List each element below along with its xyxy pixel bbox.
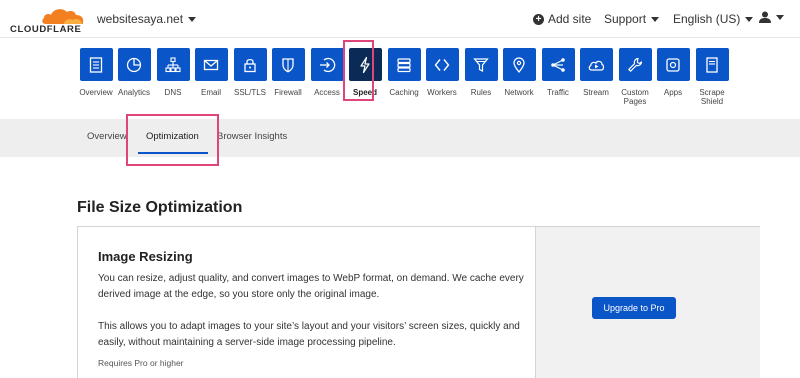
location-pin-icon [513, 56, 525, 73]
nav-label: Overview [79, 88, 113, 97]
app-square-icon [666, 57, 680, 72]
nav-scrape-shield[interactable]: Scrape Shield [693, 48, 731, 106]
nav-network[interactable]: Network [500, 48, 538, 97]
nav-rules[interactable]: Rules [462, 48, 500, 97]
site-name: websitesaya.net [97, 12, 184, 26]
filter-icon [473, 57, 489, 72]
lock-icon [244, 58, 256, 72]
cloud-logo-icon [42, 9, 84, 24]
pie-chart-icon [126, 57, 142, 72]
nav-stream[interactable]: Stream [577, 48, 615, 97]
nav-label: Custom Pages [621, 88, 649, 106]
nav-custom-pages[interactable]: Custom Pages [616, 48, 654, 106]
shield-icon [282, 57, 294, 73]
nav-caching[interactable]: Caching [385, 48, 423, 97]
user-icon [759, 11, 771, 23]
nav-label: Firewall [274, 88, 302, 97]
card-action-panel: Upgrade to Pro [535, 227, 760, 378]
caret-down-icon [651, 16, 660, 22]
nav-label: DNS [164, 88, 182, 97]
cloudflare-logo[interactable]: CLOUDFLARE [10, 6, 84, 35]
nav-label: Stream [583, 88, 609, 97]
nav-label: Rules [470, 88, 492, 97]
nav-traffic[interactable]: Traffic [539, 48, 577, 97]
network-icon [165, 56, 181, 72]
wordmark: CLOUDFLARE [10, 24, 82, 35]
page-title: File Size Optimization [77, 199, 243, 216]
tab-overview[interactable]: Overview [87, 131, 127, 142]
cloud-play-icon [588, 60, 605, 71]
nav-workers[interactable]: Workers [423, 48, 461, 97]
nav-overview[interactable]: Overview [77, 48, 115, 97]
plus-circle-icon: + [533, 13, 544, 25]
speed-highlight-box [343, 40, 374, 101]
page-icon [706, 56, 718, 73]
caret-down-icon [745, 16, 754, 22]
code-brackets-icon [434, 58, 450, 71]
nav-label: Workers [427, 88, 457, 97]
plan-requirement: Requires Pro or higher [98, 358, 184, 368]
nav-apps[interactable]: Apps [654, 48, 692, 97]
sub-navigation: Overview Optimization Browser Insights [0, 119, 800, 157]
card-description: You can resize, adjust quality, and conv… [98, 273, 524, 300]
caret-down-icon [776, 14, 784, 20]
document-icon [89, 56, 103, 73]
nav-label: Traffic [547, 88, 569, 97]
card-description-secondary: This allows you to adapt images to your … [98, 321, 520, 348]
top-header: CLOUDFLARE websitesaya.net + Add site Su… [0, 0, 800, 38]
user-menu[interactable] [759, 11, 784, 23]
nav-label: SSL/TLS [233, 88, 266, 97]
language-label: English (US) [673, 12, 741, 26]
tab-browser-insights[interactable]: Browser Insights [217, 131, 287, 142]
nav-label: Email [200, 88, 221, 97]
mail-icon [203, 59, 219, 70]
add-site-label: Add site [548, 12, 592, 26]
optimization-highlight-box [126, 114, 219, 166]
card-title: Image Resizing [98, 249, 193, 264]
caret-down-icon [188, 16, 197, 22]
nav-dns[interactable]: DNS [154, 48, 192, 97]
nav-firewall[interactable]: Firewall [269, 48, 307, 97]
support-menu[interactable]: Support [604, 12, 660, 26]
nav-label: Analytics [117, 88, 150, 97]
nav-email[interactable]: Email [192, 48, 230, 97]
nav-ssl-tls[interactable]: SSL/TLS [231, 48, 269, 97]
nav-access[interactable]: Access [308, 48, 346, 97]
site-selector[interactable]: websitesaya.net [97, 12, 197, 26]
language-menu[interactable]: English (US) [673, 12, 754, 26]
upgrade-to-pro-button[interactable]: Upgrade to Pro [592, 297, 676, 319]
wrench-icon [628, 57, 643, 72]
image-resizing-card: Image Resizing You can resize, adjust qu… [77, 226, 760, 378]
nav-analytics[interactable]: Analytics [115, 48, 153, 97]
nav-label: Network [504, 88, 534, 97]
add-site-button[interactable]: + Add site [533, 12, 591, 26]
server-icon [397, 57, 411, 72]
nav-label: Apps [663, 88, 683, 97]
nav-label: Caching [389, 88, 419, 97]
nav-label: Access [314, 88, 340, 97]
support-label: Support [604, 12, 647, 26]
sign-in-icon [320, 57, 336, 72]
app-navigation: Overview Analytics DNS Email SSL/TLS Fir… [76, 48, 736, 118]
share-nodes-icon [551, 57, 565, 72]
nav-label: Scrape Shield [699, 88, 725, 106]
